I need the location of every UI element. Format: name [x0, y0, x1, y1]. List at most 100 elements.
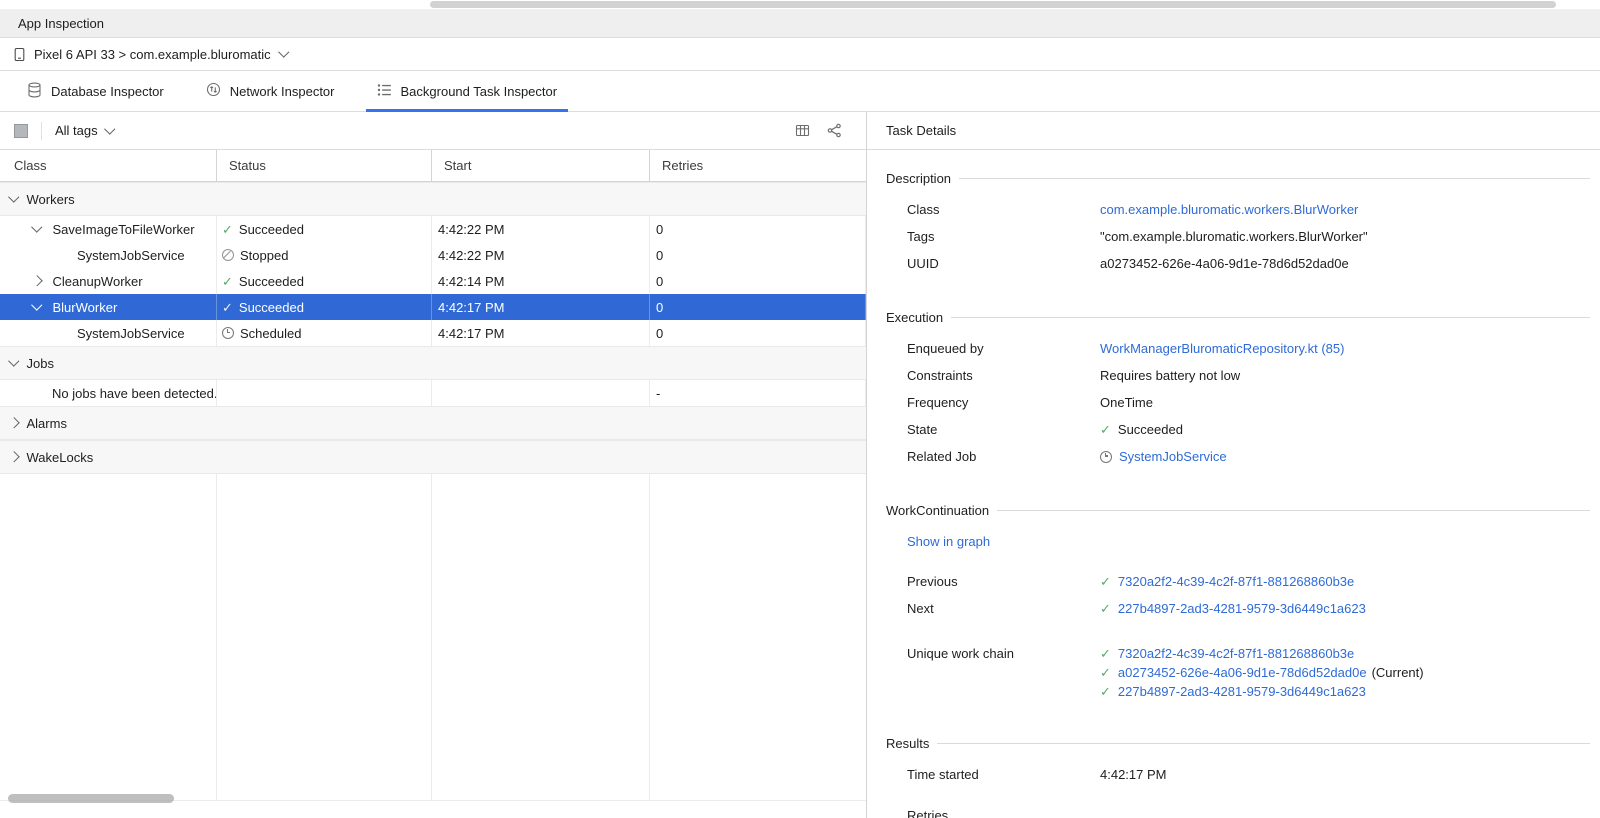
status-cell: Scheduled: [217, 320, 432, 346]
chain-item-current: a0273452-626e-4a06-9d1e-78d6d52dad0e (Cu…: [1100, 663, 1424, 682]
chevron-down-icon: [31, 222, 42, 233]
group-row-wakelocks[interactable]: WakeLocks: [0, 440, 866, 474]
empty-table-area: [0, 474, 866, 801]
succeeded-icon: [1100, 666, 1111, 679]
group-label: Alarms: [27, 416, 67, 431]
panel-title: App Inspection: [18, 16, 104, 31]
tab-network-inspector[interactable]: Network Inspector: [185, 71, 356, 111]
table-view-icon[interactable]: [795, 123, 810, 138]
graph-view-icon[interactable]: [827, 123, 842, 138]
stop-inspection-icon[interactable]: [14, 124, 28, 138]
horizontal-scrollbar-thumb[interactable]: [8, 794, 174, 803]
device-icon: [13, 47, 27, 62]
message-cell: No jobs have been detected.: [0, 380, 217, 406]
worker-row-systemjobservice-1[interactable]: SystemJobService Stopped 4:42:22 PM 0: [0, 242, 866, 268]
chain-item: 7320a2f2-4c39-4c2f-87f1-881268860b3e: [1100, 644, 1424, 663]
group-label: Workers: [27, 192, 75, 207]
chevron-down-icon: [8, 356, 19, 367]
succeeded-icon: [1100, 685, 1111, 698]
chevron-down-icon: [278, 47, 289, 58]
worker-row-cleanupworker[interactable]: CleanupWorker Succeeded 4:42:14 PM 0: [0, 268, 866, 294]
clock-icon: [1100, 451, 1112, 463]
next-uuid-link[interactable]: 227b4897-2ad3-4281-9579-3d6449c1a623: [1118, 601, 1366, 616]
task-list-icon: [377, 83, 392, 100]
detail-row-retries-clipped: Retries: [886, 802, 1590, 818]
detail-row-uuid: UUID a0273452-626e-4a06-9d1e-78d6d52dad0…: [886, 250, 1590, 277]
state-value: Succeeded: [1118, 422, 1183, 437]
clock-icon: [222, 327, 234, 339]
start-cell: 4:42:14 PM: [432, 268, 650, 294]
show-in-graph-link[interactable]: Show in graph: [907, 534, 990, 549]
detail-row-constraints: Constraints Requires battery not low: [886, 362, 1590, 389]
detail-row-unique-work-chain: Unique work chain 7320a2f2-4c39-4c2f-87f…: [886, 644, 1590, 701]
detail-row-state: State Succeeded: [886, 416, 1590, 443]
top-edge-strip: [0, 0, 1600, 9]
detail-row-related-job: Related Job SystemJobService: [886, 443, 1590, 470]
network-icon: [206, 82, 221, 100]
jobs-empty-row: No jobs have been detected. -: [0, 380, 866, 406]
retries-cell: 0: [650, 268, 866, 294]
task-details-title: Task Details: [886, 123, 956, 138]
column-header-start[interactable]: Start: [432, 150, 650, 181]
detail-row-frequency: Frequency OneTime: [886, 389, 1590, 416]
status-cell: Succeeded: [217, 216, 432, 242]
group-row-workers[interactable]: Workers: [0, 182, 866, 216]
main-content: All tags Class Status Start Retries: [0, 112, 1600, 818]
tab-background-task-inspector[interactable]: Background Task Inspector: [356, 71, 579, 111]
tags-filter-label: All tags: [55, 123, 98, 138]
retries-cell: -: [650, 380, 866, 406]
horizontal-scrollbar-thumb[interactable]: [430, 1, 1556, 8]
database-icon: [27, 82, 42, 101]
chevron-down-icon: [8, 192, 19, 203]
previous-uuid-link[interactable]: 7320a2f2-4c39-4c2f-87f1-881268860b3e: [1118, 574, 1354, 589]
detail-label: Time started: [907, 767, 1100, 782]
process-selector-bar: Pixel 6 API 33 > com.example.bluromatic: [0, 38, 1600, 71]
status-cell: Succeeded: [217, 294, 432, 320]
status-cell: Succeeded: [217, 268, 432, 294]
class-cell: SaveImageToFileWorker: [0, 216, 217, 242]
chain-uuid-link[interactable]: 7320a2f2-4c39-4c2f-87f1-881268860b3e: [1118, 646, 1354, 661]
column-header-class[interactable]: Class: [0, 150, 217, 181]
chevron-right-icon: [31, 276, 42, 287]
chain-uuid-link[interactable]: a0273452-626e-4a06-9d1e-78d6d52dad0e: [1118, 665, 1367, 680]
group-row-alarms[interactable]: Alarms: [0, 406, 866, 440]
worker-row-saveimagetofileworker[interactable]: SaveImageToFileWorker Succeeded 4:42:22 …: [0, 216, 866, 242]
detail-label: Related Job: [907, 449, 1100, 464]
section-title: WorkContinuation: [886, 503, 989, 518]
succeeded-icon: [222, 275, 233, 288]
tags-value: "com.example.bluromatic.workers.BlurWork…: [1100, 229, 1368, 244]
task-details-header: Task Details: [867, 112, 1600, 150]
detail-row-previous: Previous 7320a2f2-4c39-4c2f-87f1-8812688…: [886, 568, 1590, 595]
group-label: WakeLocks: [27, 450, 94, 465]
detail-row-class: Class com.example.bluromatic.workers.Blu…: [886, 196, 1590, 223]
class-link[interactable]: com.example.bluromatic.workers.BlurWorke…: [1100, 202, 1358, 217]
process-selector[interactable]: Pixel 6 API 33 > com.example.bluromatic: [34, 47, 271, 62]
worker-row-blurworker-selected[interactable]: BlurWorker Succeeded 4:42:17 PM 0: [0, 294, 866, 320]
start-cell: 4:42:17 PM: [432, 294, 650, 320]
detail-row-tags: Tags "com.example.bluromatic.workers.Blu…: [886, 223, 1590, 250]
chevron-right-icon: [8, 452, 19, 463]
tab-database-inspector[interactable]: Database Inspector: [6, 71, 185, 111]
detail-row-enqueued-by: Enqueued by WorkManagerBluromaticReposit…: [886, 335, 1590, 362]
frequency-value: OneTime: [1100, 395, 1153, 410]
class-cell: CleanupWorker: [0, 268, 217, 294]
chain-item: 227b4897-2ad3-4281-9579-3d6449c1a623: [1100, 682, 1424, 701]
detail-row-time-started: Time started 4:42:17 PM: [886, 761, 1590, 788]
group-row-jobs[interactable]: Jobs: [0, 346, 866, 380]
class-cell: SystemJobService: [0, 320, 217, 346]
worker-row-systemjobservice-2[interactable]: SystemJobService Scheduled 4:42:17 PM 0: [0, 320, 866, 346]
column-header-retries[interactable]: Retries: [650, 150, 866, 181]
detail-label: Enqueued by: [907, 341, 1100, 356]
enqueued-by-link[interactable]: WorkManagerBluromaticRepository.kt (85): [1100, 341, 1344, 356]
time-started-value: 4:42:17 PM: [1100, 767, 1167, 782]
chevron-down-icon: [104, 123, 115, 134]
retries-cell: 0: [650, 320, 866, 346]
column-header-status[interactable]: Status: [217, 150, 432, 181]
tab-label: Background Task Inspector: [401, 84, 558, 99]
start-cell: [432, 380, 650, 406]
section-results: Results Time started 4:42:17 PM Retries: [886, 733, 1590, 818]
related-job-link[interactable]: SystemJobService: [1119, 449, 1227, 464]
start-cell: 4:42:22 PM: [432, 216, 650, 242]
tags-filter-dropdown[interactable]: All tags: [55, 123, 113, 138]
chain-uuid-link[interactable]: 227b4897-2ad3-4281-9579-3d6449c1a623: [1118, 684, 1366, 699]
